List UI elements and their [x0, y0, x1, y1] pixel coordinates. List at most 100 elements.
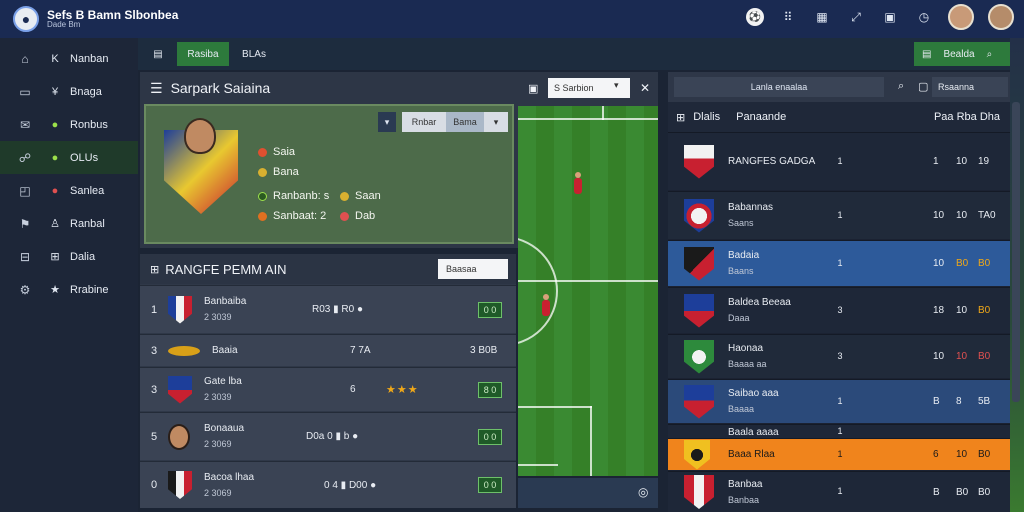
row-mid: 1: [837, 257, 843, 268]
avatar-secondary[interactable]: [988, 4, 1014, 30]
ranking-title: RANGFE PEMM AIN: [165, 261, 287, 277]
expand-icon[interactable]: ⤢: [846, 7, 866, 27]
chevron-down-icon[interactable]: ▾: [614, 80, 619, 91]
stat-icon: [258, 147, 267, 157]
doc-icon[interactable]: ▢: [918, 80, 928, 93]
row-col-1: 6: [933, 449, 939, 460]
ball-icon: ●: [51, 151, 59, 164]
row-name-block: Gate lba 2 3039: [204, 374, 242, 404]
center-circle: [518, 236, 558, 346]
table-row[interactable]: 1 Banbaiba 2 3039 R03 ▮ R0 ● 0 0: [140, 285, 516, 333]
search-icon[interactable]: ⌕: [898, 80, 904, 93]
table-row[interactable]: Babannas Saans 1 10 10 TA0: [668, 191, 1010, 239]
player-portrait: [168, 423, 190, 450]
row-sub: 2 3069: [204, 487, 232, 498]
table-row[interactable]: Haonaa Baaaa aa 3 10 10 B0: [668, 334, 1010, 378]
table-row[interactable]: 0 Bacoa lhaa 2 3069 0 4 ▮ D00 ● 0 0: [140, 461, 516, 508]
table-row[interactable]: Badaia Baans 1 10 B0 B0: [668, 240, 1010, 286]
pitch-view[interactable]: [518, 106, 658, 476]
flag-icon: ⚑: [19, 216, 31, 231]
club-badge-icon[interactable]: ⚽: [746, 8, 764, 26]
sidebar-item-bnaga[interactable]: ▭ ¥ Bnaga: [0, 75, 138, 108]
row-name-block: Haonaa Baaaa aa: [728, 341, 767, 371]
search-icon[interactable]: ⌕: [987, 49, 993, 60]
app-logo[interactable]: ●: [13, 6, 39, 32]
row-col-3: B0: [978, 305, 991, 316]
table-row[interactable]: 3 Gate lba 2 3039 6 ★★★ 8 0: [140, 367, 516, 411]
row-name: Baaa Rlaa: [728, 448, 775, 460]
player-figure[interactable]: [542, 294, 550, 316]
row-col-1: 10: [933, 258, 945, 269]
clock-icon[interactable]: ◷: [914, 7, 934, 27]
sidebar-item-label: Rrabine: [70, 283, 109, 296]
row-col-2: 10: [956, 351, 968, 362]
calendar-icon[interactable]: ▣: [880, 7, 900, 27]
pitch-footer: ◎: [518, 478, 658, 508]
list-icon: ⊞: [50, 251, 60, 263]
standings-toolbar: Lanla enaalaa ⌕ ▢ Rsaanna: [668, 72, 1010, 102]
table-row[interactable]: 5 Bonaaua 2 3069 D0a 0 ▮ b ● 0 0: [140, 412, 516, 460]
player-stat: Saia: [258, 146, 295, 158]
row-sub: Baaaa aa: [728, 359, 767, 370]
chevron-down-icon[interactable]: ▾: [484, 112, 508, 132]
sidebar-item-rrabine[interactable]: ⚙ ★ Rrabine: [0, 273, 138, 306]
selector-right[interactable]: Bama: [446, 112, 484, 132]
scrollbar[interactable]: [1012, 102, 1020, 402]
close-icon[interactable]: ✕: [640, 81, 650, 95]
sidebar: ⌂ K Nanban ▭ ¥ Bnaga ✉ ● Ronbus ☍ ● OLUs ◰ ● Sanle…: [0, 38, 138, 512]
row-mid: 1: [837, 486, 843, 497]
sidebar-item-label: Nanban: [70, 52, 109, 65]
row-col-1: B: [933, 396, 940, 407]
sidebar-item-ronbus[interactable]: ✉ ● Ronbus: [0, 108, 138, 141]
table-row[interactable]: Banbaa Banbaa 1 B B0 B0: [668, 471, 1010, 512]
sidebar-item-olus[interactable]: ☍ ● OLUs: [0, 141, 138, 174]
ranking-dropdown[interactable]: Baasaa: [438, 259, 508, 279]
table-icon: ⊟: [19, 249, 31, 264]
qr-icon[interactable]: ▦: [812, 7, 832, 27]
menu-icon[interactable]: ▤: [148, 42, 168, 66]
row-col-3: B0: [978, 449, 991, 460]
avatar[interactable]: [948, 4, 974, 30]
grid-icon[interactable]: ⠿: [778, 7, 798, 27]
table-row[interactable]: Baaa Rlaa 1 6 10 B0: [668, 438, 1010, 470]
table-row[interactable]: Baala aaaa 1: [668, 424, 1010, 438]
copy-icon[interactable]: ▣: [528, 82, 538, 95]
row-name: RANGFES GADGA: [728, 155, 816, 167]
row-name: Baaia: [212, 345, 238, 356]
settings-icon[interactable]: ◎: [638, 485, 648, 499]
mail-icon: ✉: [19, 117, 31, 132]
standings-dropdown[interactable]: Rsaanna: [932, 77, 1008, 97]
menu-icon[interactable]: ☰: [150, 80, 163, 97]
row-mid: 1: [837, 155, 843, 166]
stat-label: Saan: [355, 190, 381, 202]
sidebar-item-nanban[interactable]: ⌂ K Nanban: [0, 42, 138, 75]
row-name: Babannas: [728, 202, 774, 214]
table-row[interactable]: RANGFES GADGA 1 1 10 19: [668, 132, 1010, 190]
row-number: 3: [150, 344, 158, 357]
sidebar-item-dalia[interactable]: ⊟ ⊞ Dalia: [0, 240, 138, 273]
player-stat: Saan: [340, 190, 381, 202]
selector-left[interactable]: Rnbar: [402, 112, 446, 132]
stat-label: Dab: [355, 210, 376, 222]
app-brand: Sefs B Bamn Slbonbea Dade Bm: [47, 8, 178, 30]
club-crest: [684, 339, 714, 374]
player-figure[interactable]: [574, 172, 582, 194]
sidebar-item-ranbal[interactable]: ⚑ ♙ Ranbal: [0, 207, 138, 240]
toolbar-right-group[interactable]: ▤ Bealda ⌕: [914, 42, 1014, 66]
table-row[interactable]: 3 Baaia 7 7A 3 B0B: [140, 334, 516, 366]
player-stat: Ranbanb: s: [258, 190, 329, 202]
row-sub: Baans: [728, 266, 754, 277]
row-col-1: 1: [933, 156, 939, 167]
filter-icon[interactable]: ▾: [378, 112, 396, 132]
standings-search[interactable]: Lanla enaalaa: [674, 77, 884, 97]
row-col-3: B0: [978, 258, 991, 269]
tab-blas[interactable]: BLAs: [234, 42, 274, 66]
sidebar-item-sanlea[interactable]: ◰ ● Sanlea: [0, 174, 138, 207]
table-row[interactable]: Saibao aaa Baaaa 1 B 8 5B: [668, 379, 1010, 423]
app-subtitle: Dade Bm: [47, 20, 81, 30]
tab-rasiba[interactable]: Rasiba: [177, 42, 229, 66]
row-name-block: Saibao aaa Baaaa: [728, 386, 779, 416]
row-name-block: Bacoa lhaa 2 3069: [204, 470, 254, 500]
row-mid: 1: [837, 395, 843, 406]
table-row[interactable]: Baldea Beeaa Daaa 3 18 10 B0: [668, 287, 1010, 333]
